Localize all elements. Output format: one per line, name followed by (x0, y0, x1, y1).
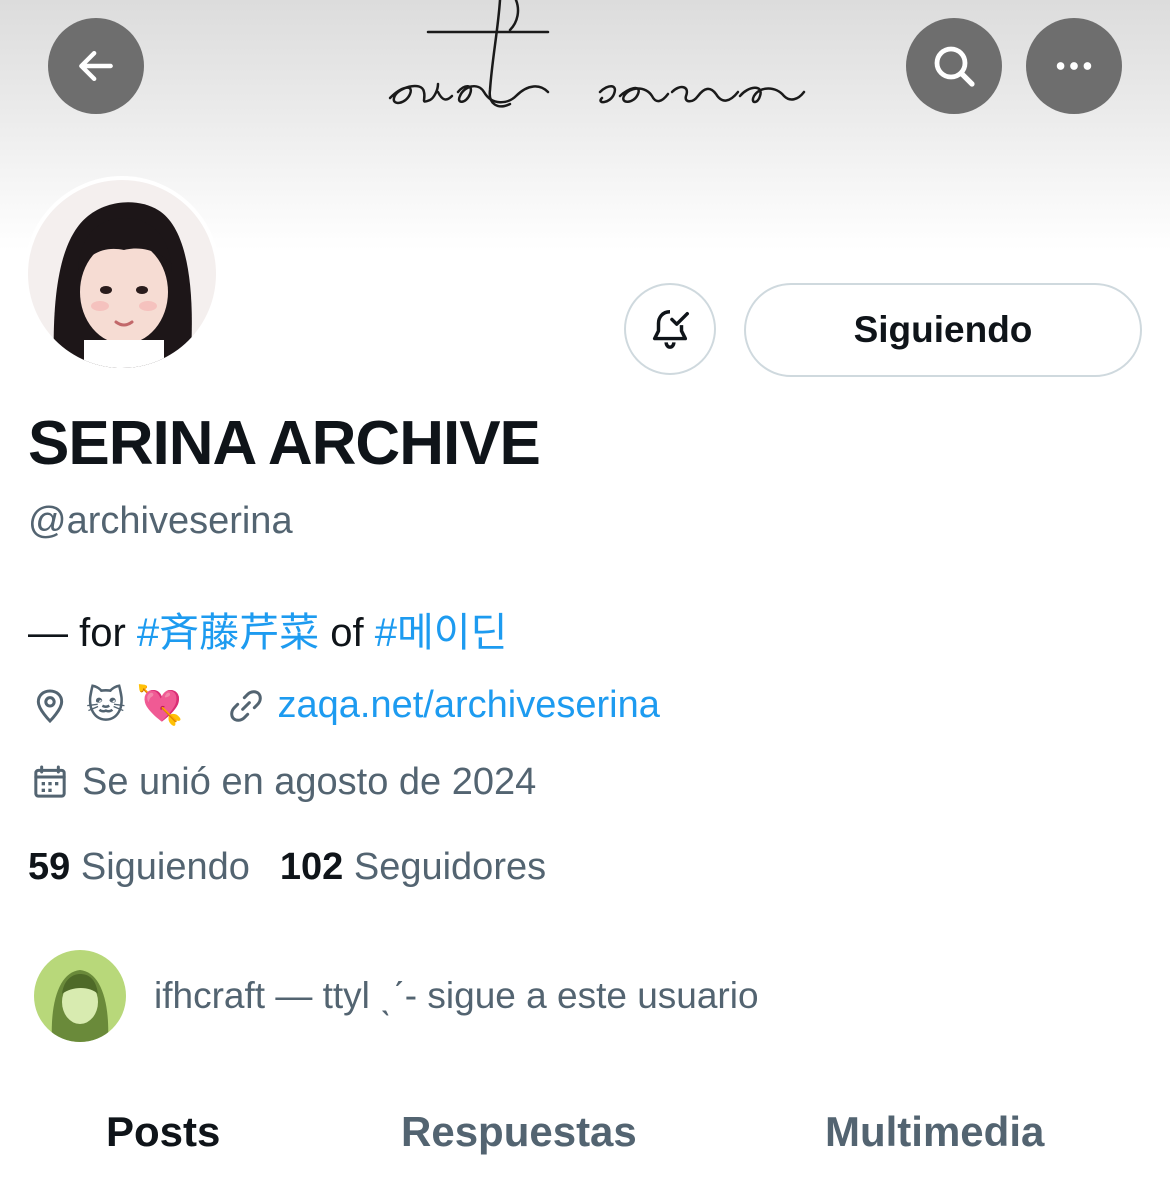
notifications-button[interactable] (624, 283, 716, 375)
followers-count: 102 (279, 846, 344, 888)
following-stat[interactable]: 59 Siguiendo (28, 846, 250, 889)
followers-stat[interactable]: 102 Seguidores (280, 846, 546, 889)
profile-avatar[interactable] (24, 176, 220, 372)
avatar-image (28, 180, 216, 368)
arrow-left-icon (79, 50, 113, 82)
bio-hashtag-serina[interactable]: #斉藤芹菜 (137, 611, 319, 655)
following-button[interactable]: Siguiendo (744, 283, 1142, 377)
joined-date: Se unió en agosto de 2024 (82, 760, 537, 803)
location-pin-icon (28, 684, 72, 728)
more-horizontal-icon (1056, 62, 1092, 70)
following-count: 59 (28, 846, 71, 888)
tab-replies[interactable]: Respuestas (401, 1108, 637, 1156)
followed-by-text: ifhcraft — ttyl ˎˊ- sigue a este usuario (154, 975, 759, 1016)
follow-stats: 59 Siguiendo 102 Seguidores (28, 846, 576, 889)
search-icon (934, 46, 975, 87)
tab-posts[interactable]: Posts (106, 1108, 220, 1156)
bio-hashtag-meidin[interactable]: #메이딘 (375, 611, 508, 655)
link-icon (224, 684, 268, 728)
profile-meta-location-link: 🐱 💘 zaqa.net/archiveserina (28, 683, 660, 728)
website-link[interactable]: zaqa.net/archiveserina (278, 684, 660, 727)
more-options-button[interactable] (1026, 18, 1122, 114)
back-button[interactable] (48, 18, 144, 114)
tab-media[interactable]: Multimedia (825, 1108, 1044, 1156)
search-button[interactable] (906, 18, 1002, 114)
bio-middle: of (319, 611, 375, 655)
bio-prefix: — for (28, 611, 137, 655)
followed-by-row[interactable]: ifhcraft — ttyl ˎˊ- sigue a este usuario (34, 950, 759, 1042)
profile-meta-joined: Se unió en agosto de 2024 (28, 760, 536, 804)
user-handle: @archiveserina (28, 500, 293, 542)
profile-bio: — for #斉藤芹菜 of #메이딘 (28, 600, 507, 658)
banner-logo (388, 0, 806, 108)
bell-check-icon (652, 310, 689, 349)
calendar-icon (28, 760, 72, 804)
follower-avatar (34, 950, 126, 1042)
display-name: SERINA ARCHIVE (28, 409, 541, 478)
following-label: Siguiendo (80, 846, 250, 888)
location-emojis: 🐱 💘 (86, 685, 184, 727)
followers-label: Seguidores (353, 846, 547, 888)
profile-tabs: Posts Respuestas Multimedia (0, 1100, 1170, 1184)
